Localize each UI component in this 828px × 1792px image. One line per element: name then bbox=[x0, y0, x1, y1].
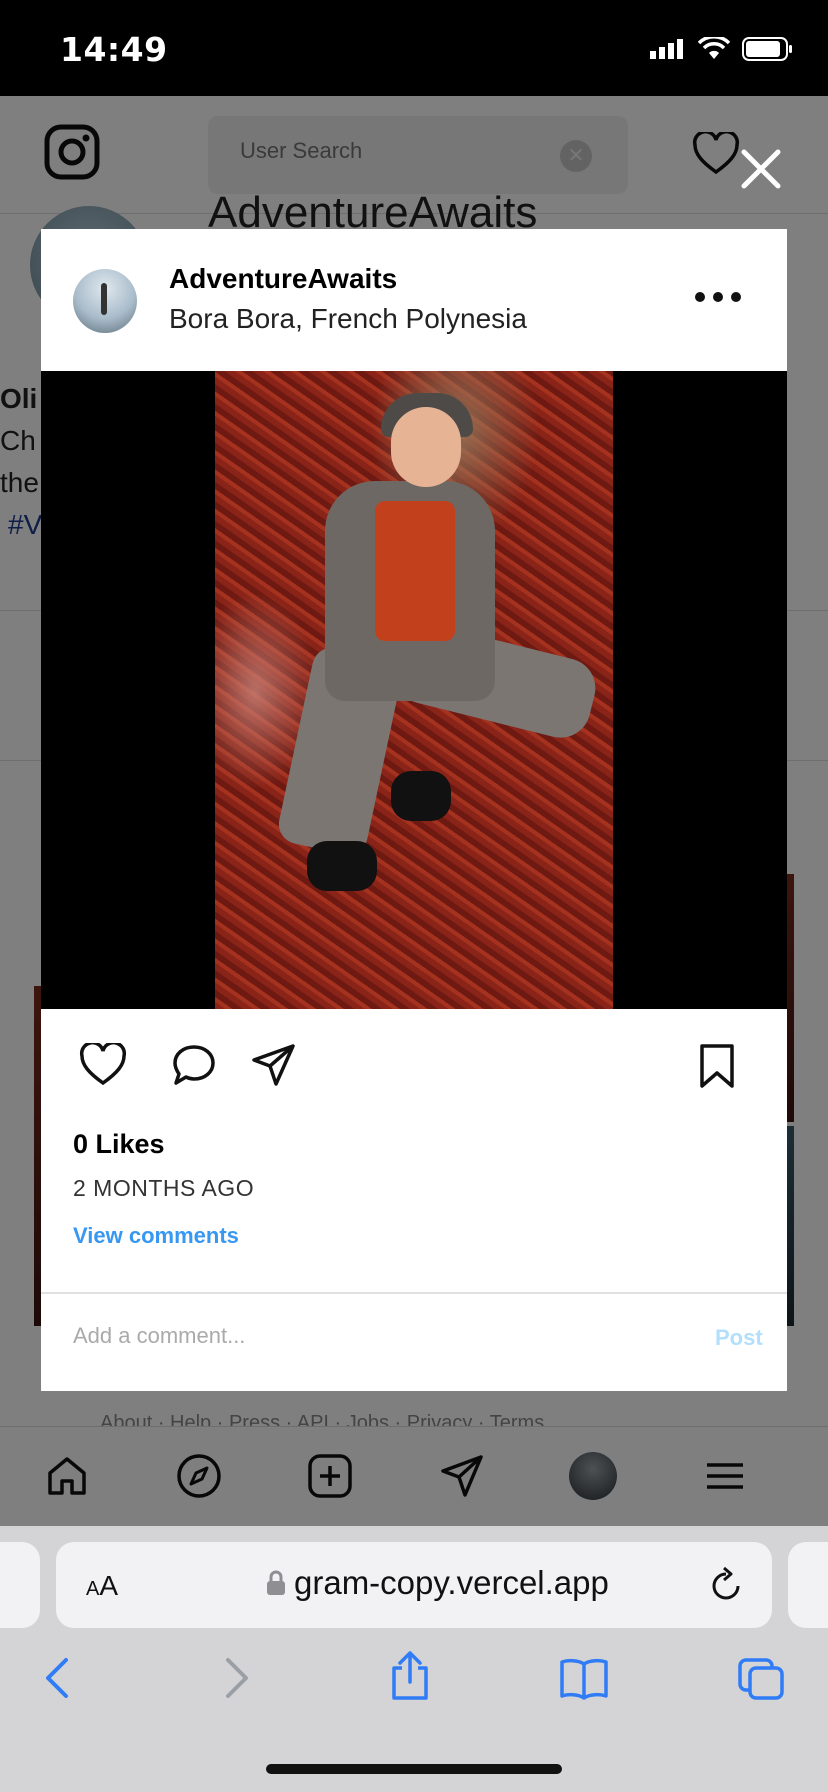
post-photo bbox=[215, 371, 613, 1009]
post-modal: AdventureAwaits Bora Bora, French Polyne… bbox=[41, 229, 787, 1391]
like-heart-icon[interactable] bbox=[79, 1043, 127, 1087]
close-icon[interactable] bbox=[738, 146, 784, 192]
status-time: 14:49 bbox=[60, 30, 168, 69]
post-actions bbox=[41, 1009, 787, 1115]
forward-icon[interactable] bbox=[222, 1656, 252, 1700]
view-comments-link[interactable]: View comments bbox=[73, 1223, 239, 1249]
post-location: Bora Bora, French Polynesia bbox=[169, 303, 527, 334]
status-bar: 14:49 bbox=[0, 0, 828, 96]
next-tab[interactable] bbox=[788, 1542, 828, 1628]
bookmarks-icon[interactable] bbox=[558, 1656, 610, 1700]
status-icons bbox=[650, 36, 794, 62]
post-avatar[interactable] bbox=[73, 269, 137, 333]
home-indicator bbox=[266, 1764, 562, 1774]
tabs-icon[interactable] bbox=[736, 1656, 786, 1702]
signal-icon bbox=[650, 39, 683, 59]
wifi-icon bbox=[698, 37, 730, 59]
post-time: 2 MONTHS AGO bbox=[73, 1175, 255, 1201]
likes-count: 0 Likes bbox=[73, 1129, 165, 1159]
comment-icon[interactable] bbox=[171, 1043, 217, 1087]
reload-icon[interactable] bbox=[708, 1566, 744, 1604]
text-size-button[interactable]: AA bbox=[86, 1570, 118, 1602]
share-sheet-icon[interactable] bbox=[388, 1650, 432, 1702]
url-text: gram-copy.vercel.app bbox=[294, 1564, 609, 1601]
back-icon[interactable] bbox=[42, 1656, 72, 1700]
post-username[interactable]: AdventureAwaits bbox=[169, 263, 397, 295]
address-bar[interactable]: AA gram-copy.vercel.app bbox=[56, 1542, 772, 1628]
url-field[interactable]: gram-copy.vercel.app bbox=[266, 1564, 609, 1602]
lock-icon bbox=[267, 1570, 285, 1595]
divider bbox=[41, 1292, 787, 1294]
previous-tab[interactable] bbox=[0, 1542, 40, 1628]
bookmark-icon[interactable] bbox=[697, 1043, 737, 1089]
battery-icon bbox=[742, 37, 792, 61]
browser-toolbar: AA gram-copy.vercel.app bbox=[0, 1526, 828, 1792]
post-header: AdventureAwaits Bora Bora, French Polyne… bbox=[41, 229, 787, 371]
share-icon[interactable] bbox=[251, 1043, 297, 1087]
post-image bbox=[41, 371, 787, 1009]
post-comment-button[interactable]: Post bbox=[715, 1325, 763, 1351]
comment-input[interactable] bbox=[73, 1323, 633, 1349]
more-options-icon[interactable] bbox=[695, 287, 747, 307]
